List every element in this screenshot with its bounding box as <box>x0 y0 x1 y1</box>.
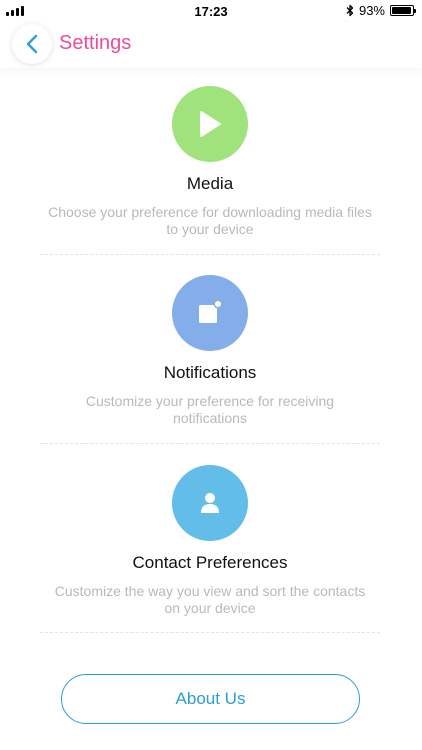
contact-preferences-title: Contact Preferences <box>132 553 288 572</box>
contact-preferences-description: Customize the way you view and sort the … <box>54 583 366 616</box>
media-icon-circle <box>172 86 248 162</box>
media-description: Choose your preference for downloading m… <box>48 204 372 237</box>
page-title: Settings <box>59 32 132 54</box>
notifications-description: Customize your preference for receiving … <box>85 393 335 426</box>
back-button[interactable] <box>12 24 52 64</box>
contact-preferences-icon-circle <box>172 465 248 541</box>
battery-fill <box>392 7 411 14</box>
divider <box>40 443 380 444</box>
notifications-title: Notifications <box>163 363 257 382</box>
navigation-bar: Settings <box>0 22 422 68</box>
user-icon <box>201 493 219 513</box>
status-bar: 17:23 93% <box>0 0 422 22</box>
battery-icon <box>390 5 416 16</box>
notifications-section[interactable]: Notifications Customize your preference … <box>40 275 380 427</box>
about-us-button[interactable]: About Us <box>61 674 360 724</box>
notifications-icon-circle <box>172 275 248 351</box>
battery-percent: 93% <box>358 3 385 18</box>
bluetooth-icon <box>346 4 354 17</box>
notification-icon <box>199 299 223 323</box>
chevron-left-icon <box>26 34 38 54</box>
play-icon <box>200 111 221 137</box>
media-title: Media <box>186 174 234 193</box>
divider <box>40 254 380 255</box>
media-section[interactable]: Media Choose your preference for downloa… <box>40 86 380 238</box>
contact-preferences-section[interactable]: Contact Preferences Customize the way yo… <box>40 465 380 617</box>
divider <box>40 632 380 633</box>
status-right: 93% <box>346 3 416 18</box>
